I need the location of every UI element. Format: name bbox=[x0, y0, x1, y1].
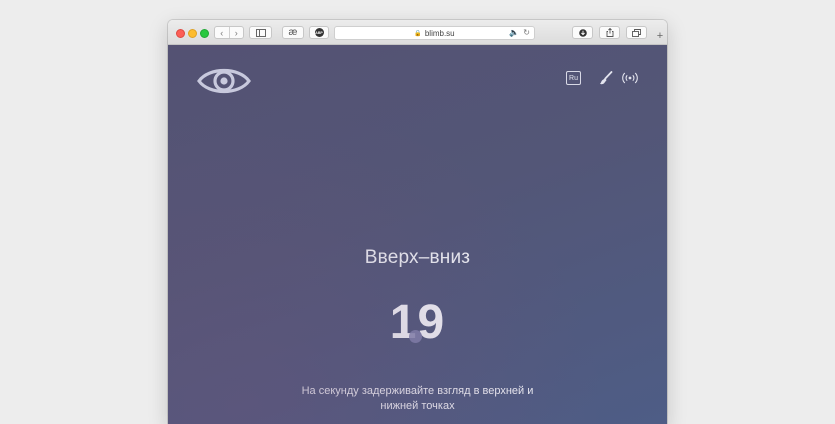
sidebar-icon bbox=[255, 28, 266, 37]
signal-icon[interactable] bbox=[622, 72, 638, 84]
eye-logo-icon[interactable] bbox=[197, 63, 251, 99]
language-button[interactable]: Ru bbox=[566, 71, 581, 85]
browser-window: ‹ › æ ABP 🔒 blimb.su 🔈 ↻ + Ru Вверх–вниз… bbox=[168, 20, 667, 424]
gaze-target-dot bbox=[409, 330, 422, 343]
share-button[interactable] bbox=[599, 26, 620, 39]
sidebar-button[interactable] bbox=[249, 26, 272, 39]
download-icon bbox=[578, 28, 587, 37]
exercise-title: Вверх–вниз bbox=[364, 247, 471, 268]
download-button[interactable] bbox=[572, 26, 593, 39]
forward-icon[interactable]: › bbox=[228, 27, 244, 38]
extension-ae-button[interactable]: æ bbox=[282, 26, 304, 39]
new-tab-icon[interactable]: + bbox=[653, 29, 667, 43]
tabs-button[interactable] bbox=[626, 26, 647, 39]
tabs-icon bbox=[632, 28, 641, 37]
close-window-button[interactable] bbox=[176, 29, 185, 38]
share-icon bbox=[606, 28, 613, 37]
back-icon[interactable]: ‹ bbox=[215, 27, 229, 38]
page-content: Ru Вверх–вниз 19 На секунду задерживайте… bbox=[168, 45, 667, 424]
navigation-buttons: ‹ › bbox=[214, 26, 244, 39]
language-label: Ru bbox=[569, 74, 578, 82]
browser-toolbar: ‹ › æ ABP 🔒 blimb.su 🔈 ↻ + bbox=[168, 20, 667, 45]
reload-icon[interactable]: ↻ bbox=[523, 28, 530, 37]
minimize-window-button[interactable] bbox=[188, 29, 197, 38]
url-text: blimb.su bbox=[424, 28, 455, 38]
speaker-icon[interactable]: 🔈 bbox=[509, 28, 519, 37]
extension-ae-label: æ bbox=[288, 27, 298, 38]
address-bar[interactable]: 🔒 blimb.su 🔈 ↻ bbox=[334, 26, 535, 40]
lock-icon: 🔒 bbox=[414, 30, 422, 37]
adblock-button[interactable]: ABP bbox=[309, 26, 329, 39]
zoom-window-button[interactable] bbox=[200, 29, 209, 38]
counter-area: 19 bbox=[168, 295, 667, 355]
exercise-instruction: На секунду задерживайте взгляд в верхней… bbox=[301, 385, 534, 412]
brush-icon[interactable] bbox=[599, 71, 613, 85]
adblock-badge: ABP bbox=[314, 28, 324, 37]
